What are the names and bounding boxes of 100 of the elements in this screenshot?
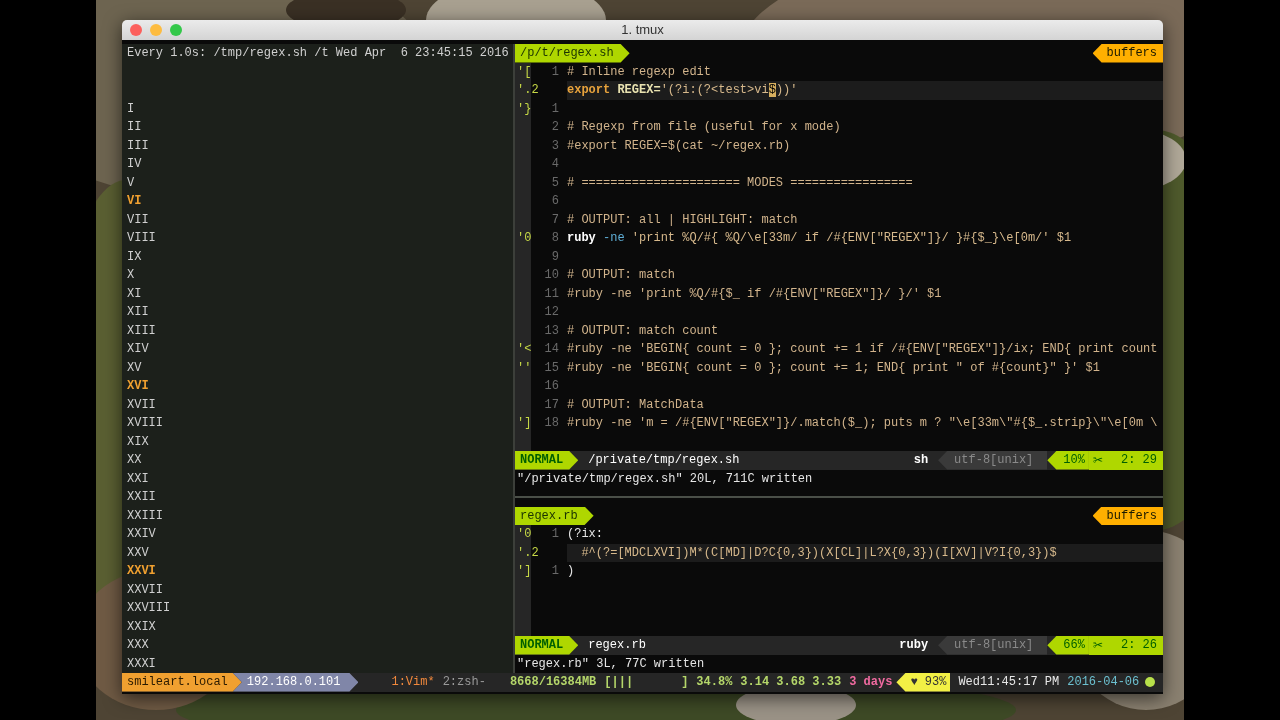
output-line: XXV (127, 544, 149, 562)
output-line: XXXI (127, 655, 156, 673)
line-number: 7 (550, 211, 559, 229)
file-tab[interactable]: /p/t/regex.sh (515, 44, 630, 63)
line-number: 1 (550, 526, 559, 543)
output-line: XXIII (127, 507, 163, 525)
output-line: XXI (127, 470, 149, 488)
scroll-percent: 66% (1047, 636, 1089, 655)
cursor-position: 2: 29 (1107, 451, 1163, 470)
memory-meter-closing-text: ] (681, 674, 689, 691)
memory-meter-text: [||| (604, 674, 634, 691)
code-line: # OUTPUT: all | HIGHLIGHT: match (567, 211, 799, 229)
output-line: IV (127, 156, 142, 173)
line-number: 10 (543, 267, 559, 284)
scissors-icon: ✂ (1088, 636, 1107, 655)
filetype-label: sh (913, 452, 930, 469)
line-number: 1 (550, 63, 559, 81)
line-number: 17 (543, 396, 559, 414)
gutter-mark: '0 (516, 526, 533, 543)
output-line: III (127, 137, 149, 155)
code-line: #ruby -ne 'BEGIN{ count = 0 }; count += 1 if /#{ENV["REGEX"]}/ix; END{ print count (567, 341, 1159, 358)
line-number: 16 (543, 378, 559, 395)
line-number: 15 (543, 359, 559, 377)
output-line: XI (127, 285, 142, 303)
line-number: 14 (543, 341, 559, 358)
uptime: 3 days (849, 674, 893, 691)
gutter-mark: '0 (516, 230, 533, 247)
cursor-position: 2: 26 (1107, 636, 1163, 655)
gutter-mark: '} (516, 100, 533, 118)
line-number: 2 (550, 119, 559, 136)
host-label: smileart.local (122, 673, 242, 692)
gutter-mark: '.2 (516, 82, 539, 99)
output-line: XVI (127, 378, 149, 395)
gutter-mark: '] (516, 563, 533, 580)
output-line: X (127, 267, 135, 284)
line-number: 6 (550, 193, 559, 210)
line-number: 1 (550, 563, 559, 580)
file-tab[interactable]: regex.rb (515, 506, 594, 525)
line-number: 18 (543, 415, 559, 432)
line-number: 5 (550, 174, 559, 192)
window-tab[interactable]: 1:Vim* (391, 673, 435, 692)
output-line: II (127, 119, 142, 136)
scissors-icon: ✂ (1088, 451, 1107, 470)
line-number: 3 (550, 137, 559, 155)
memory-usage: 8668/16384MB (509, 674, 597, 691)
code-line: # OUTPUT: match count (567, 322, 720, 340)
buffers-label: buffers (1092, 506, 1163, 525)
code-line: # ====================== MODES ================= (567, 174, 914, 192)
gutter-mark: '[ (516, 63, 533, 81)
output-line: V (127, 174, 135, 192)
clock-time: Wed11:45:17 PM (958, 674, 1060, 691)
window-title: 1. tmux (621, 21, 664, 40)
code-line: ) (567, 563, 576, 580)
gutter-mark: '' (516, 359, 533, 377)
line-number: 11 (543, 285, 559, 303)
buffers-label: buffers (1092, 44, 1163, 63)
line-number: 8 (550, 230, 559, 247)
gutter-mark: '] (516, 415, 533, 432)
code-line: # OUTPUT: match (567, 267, 677, 284)
output-line: XXVI (127, 563, 156, 580)
file-path: regex.rb (587, 637, 647, 654)
load-average: 3.14 3.68 3.33 (740, 674, 842, 691)
output-line: XXIV (127, 526, 156, 543)
encoding-label: utf-8[unix] (938, 451, 1048, 470)
output-line: XVIII (127, 415, 163, 432)
code-line: # Regexp from file (useful for x mode) (567, 119, 842, 136)
code-line: ruby -ne 'print %Q/#{ %Q/\e[33m/ if /#{ENV["REGEX"]}/ }#{$_}\e[0m/' $1 (567, 230, 1073, 247)
line-number: 13 (543, 322, 559, 340)
maximize-button[interactable] (170, 24, 182, 36)
ip-address: 192.168.0.101 (232, 673, 359, 692)
output-line: XV (127, 359, 142, 377)
line-number: 12 (543, 304, 559, 321)
line-number: 1 (550, 100, 559, 118)
file-path: /private/tmp/regex.sh (587, 452, 741, 469)
output-line: I (127, 100, 135, 118)
watch-header: Every 1.0s: /tmp/regex.sh /t Wed Apr 6 23:45:15 2016 (127, 45, 509, 62)
output-line: XXVII (127, 581, 163, 599)
output-line: XIV (127, 341, 149, 358)
status-message: "/private/tmp/regex.sh" 20L, 711C written (517, 471, 813, 486)
gutter-mark: '.2 (516, 544, 539, 562)
status-dot (1145, 677, 1156, 688)
output-line: XXX (127, 637, 149, 654)
encoding-label: utf-8[unix] (938, 636, 1048, 655)
status-message: "regex.rb" 3L, 77C written (517, 656, 705, 671)
gutter-mark: '< (516, 341, 533, 358)
line-number: 9 (550, 248, 559, 266)
output-line: XIX (127, 433, 149, 451)
output-line: XXVIII (127, 600, 171, 617)
line-number: 4 (550, 156, 559, 173)
close-button[interactable] (130, 24, 142, 36)
code-line: (?ix: (567, 526, 604, 543)
output-line: XX (127, 452, 142, 469)
output-line: VI (127, 193, 142, 210)
output-line: XXIX (127, 618, 156, 636)
window-tab[interactable]: 2:zsh- (442, 673, 486, 692)
minimize-button[interactable] (150, 24, 162, 36)
code-line: #ruby -ne 'BEGIN{ count = 0 }; count += 1; END{ print " of #{count}" }' $1 (567, 359, 1101, 377)
output-line: VII (127, 211, 149, 229)
output-line: XXII (127, 489, 156, 506)
code-line: # OUTPUT: MatchData (567, 396, 705, 414)
